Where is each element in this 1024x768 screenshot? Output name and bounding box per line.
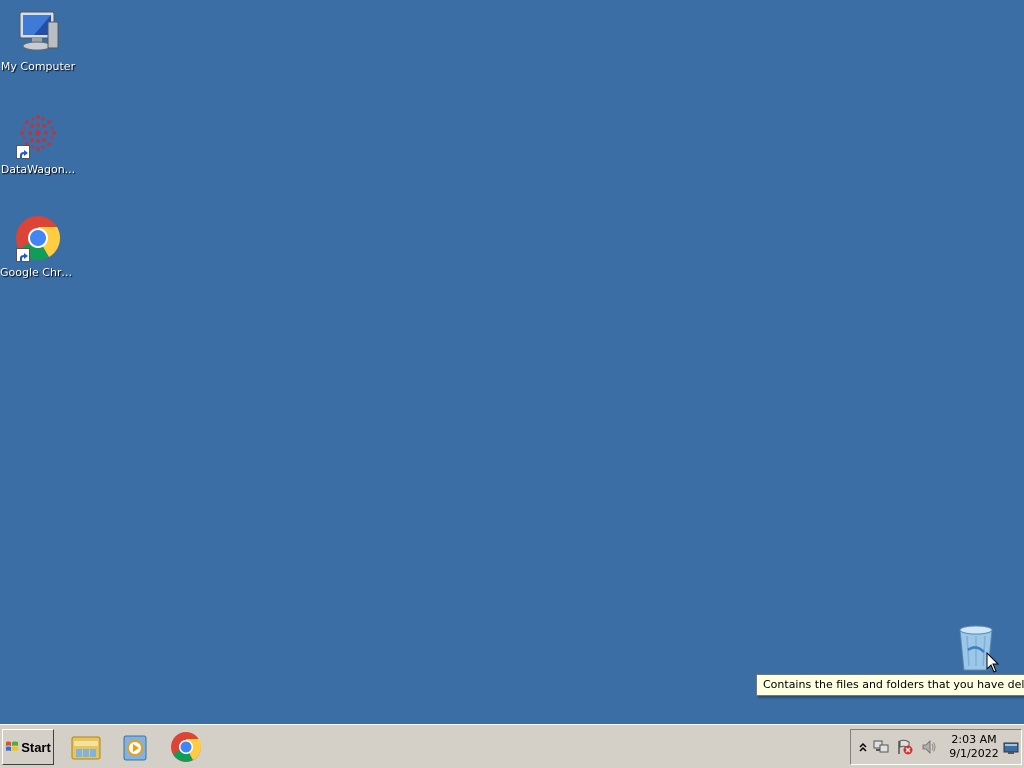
desktop-icon-google-chrome[interactable]: Google Chrome — [0, 214, 76, 279]
desktop-icon-label: Google Chrome — [0, 266, 76, 279]
recycle-bin-tooltip: Contains the files and folders that you … — [756, 674, 1024, 696]
computer-icon — [14, 8, 62, 56]
shortcut-arrow-icon — [16, 145, 30, 159]
action-center-icon[interactable] — [897, 739, 913, 755]
datawagon-icon — [14, 111, 62, 159]
desktop[interactable]: My Computer DataWagon... Google Chro Con… — [0, 0, 1024, 724]
desktop-icon-label: My Computer — [0, 60, 76, 73]
desktop-icon-label: DataWagon... — [0, 163, 76, 176]
windows-flag-icon — [5, 740, 19, 754]
clock-time: 2:03 AM — [951, 733, 997, 746]
taskbar: Start 2:03 AM 9/1/2022 — [0, 724, 1024, 768]
desktop-icon-my-computer[interactable]: My Computer — [0, 8, 76, 73]
start-label: Start — [21, 739, 51, 755]
start-button[interactable]: Start — [2, 729, 54, 765]
clock-date: 9/1/2022 — [949, 747, 999, 760]
volume-icon[interactable] — [921, 739, 937, 755]
file-explorer-icon[interactable] — [70, 731, 102, 763]
network-icon[interactable] — [873, 739, 889, 755]
chrome-icon[interactable] — [170, 731, 202, 763]
desktop-icon-datawagon[interactable]: DataWagon... — [0, 111, 76, 176]
mouse-cursor-icon — [986, 651, 1000, 674]
show-desktop-icon[interactable] — [1003, 740, 1019, 756]
clock[interactable]: 2:03 AM 9/1/2022 — [941, 733, 1007, 761]
system-tray: 2:03 AM 9/1/2022 — [850, 729, 1022, 765]
show-hidden-icons-icon[interactable] — [855, 739, 871, 755]
media-player-icon[interactable] — [120, 731, 152, 763]
chrome-icon — [14, 214, 62, 262]
shortcut-arrow-icon — [16, 248, 30, 262]
